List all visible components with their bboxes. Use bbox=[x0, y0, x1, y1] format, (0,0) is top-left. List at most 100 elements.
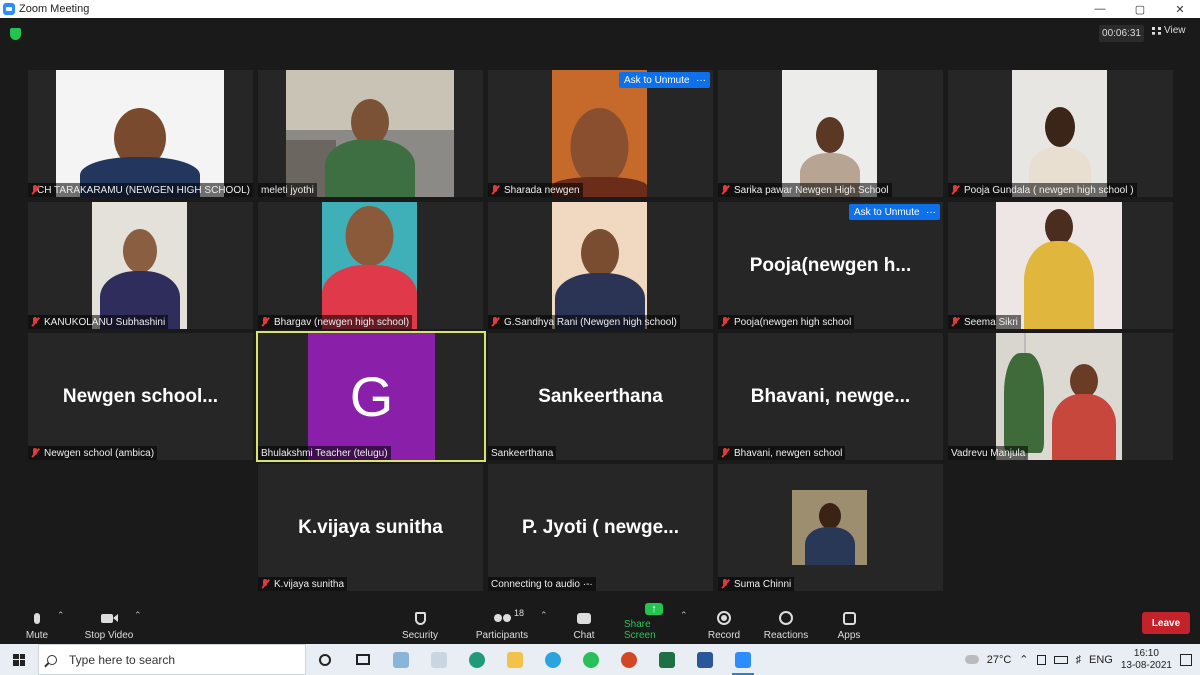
taskbar-app[interactable] bbox=[382, 644, 420, 675]
participant-name: Bhargav (newgen high school) bbox=[258, 315, 413, 329]
participant-tile[interactable]: Seema Sikri bbox=[948, 202, 1173, 329]
windows-logo-icon bbox=[13, 653, 25, 666]
window-titlebar: Zoom Meeting — ▢ ✕ bbox=[0, 0, 1200, 18]
participants-options-caret[interactable]: ⌃ bbox=[540, 610, 548, 621]
pen-app-icon bbox=[393, 651, 409, 668]
participants-count: 18 bbox=[514, 608, 525, 618]
participant-tile[interactable]: Sankeerthana Sankeerthana bbox=[488, 333, 713, 460]
participant-video bbox=[286, 70, 454, 197]
participant-tile[interactable]: Pooja(newgen h... Ask to Unmute ··· Pooj… bbox=[718, 202, 943, 329]
taskbar-app[interactable] bbox=[686, 644, 724, 675]
taskbar-app[interactable] bbox=[648, 644, 686, 675]
leave-button[interactable]: Leave bbox=[1142, 612, 1190, 634]
mic-muted-icon bbox=[31, 448, 40, 458]
more-options-button[interactable]: ··· bbox=[922, 204, 940, 220]
zoom-app-icon bbox=[735, 651, 751, 668]
zoom-logo-icon bbox=[3, 3, 15, 15]
participant-tile[interactable]: G.Sandhya Rani (Newgen high school) bbox=[488, 202, 713, 329]
participant-video bbox=[56, 70, 224, 197]
participant-tile[interactable]: Vadrevu Manjula bbox=[948, 333, 1173, 460]
maximize-button[interactable]: ▢ bbox=[1120, 3, 1160, 16]
participant-name: Pooja(newgen high school bbox=[718, 315, 855, 329]
cortana-button[interactable] bbox=[306, 644, 344, 675]
chat-button[interactable]: Chat bbox=[570, 604, 598, 644]
participant-tile[interactable]: Sarika pawar Newgen High School bbox=[718, 70, 943, 197]
network-icon[interactable] bbox=[1036, 654, 1046, 665]
mic-muted-icon bbox=[491, 185, 500, 195]
apps-button[interactable]: Apps bbox=[836, 604, 862, 644]
participant-name: Sankeerthana bbox=[488, 446, 557, 460]
share-arrow-icon: ↑ bbox=[645, 603, 663, 615]
participant-video bbox=[996, 202, 1122, 329]
start-button[interactable] bbox=[0, 644, 38, 675]
volume-icon[interactable]: ♯ bbox=[1076, 654, 1082, 666]
shield-icon bbox=[411, 610, 429, 626]
participant-name: Sharada newgen bbox=[488, 183, 583, 197]
taskbar-app[interactable] bbox=[610, 644, 648, 675]
excel-icon bbox=[659, 651, 675, 668]
task-view-icon bbox=[356, 654, 370, 665]
battery-icon[interactable] bbox=[1053, 655, 1068, 664]
participant-name: Suma Chinni bbox=[718, 577, 795, 591]
share-screen-button[interactable]: ↑ Share Screen bbox=[624, 603, 684, 644]
task-view-button[interactable] bbox=[344, 644, 382, 675]
view-button[interactable]: View bbox=[1152, 25, 1186, 36]
participant-name: CH TARAKARAMU (NEWGEN HIGH SCHOOL) bbox=[28, 183, 253, 197]
taskbar-app[interactable] bbox=[572, 644, 610, 675]
participant-video bbox=[92, 202, 187, 329]
participant-name: Vadrevu Manjula bbox=[948, 446, 1029, 460]
participant-name: meleti jyothi bbox=[258, 183, 317, 197]
taskbar-app[interactable] bbox=[420, 644, 458, 675]
chevron-up-icon[interactable]: ⌃ bbox=[1019, 653, 1028, 666]
grid-view-icon bbox=[1152, 26, 1161, 35]
participant-display-name: K.vijaya sunitha bbox=[298, 516, 443, 538]
participant-name: Bhulakshmi Teacher (telugu) bbox=[258, 446, 391, 460]
participant-tile[interactable]: Suma Chinni bbox=[718, 464, 943, 591]
minimize-button[interactable]: — bbox=[1080, 3, 1120, 16]
windows-taskbar: Type here to search 27°C ⌃ ♯ ENG 16:10 1… bbox=[0, 644, 1200, 675]
participant-tile[interactable]: CH TARAKARAMU (NEWGEN HIGH SCHOOL) bbox=[28, 70, 253, 197]
input-language[interactable]: ENG bbox=[1089, 654, 1113, 666]
participant-tile[interactable]: P. Jyoti ( newge... Connecting to audio … bbox=[488, 464, 713, 591]
participant-tile[interactable]: Pooja Gundala ( newgen high school ) bbox=[948, 70, 1173, 197]
taskbar-app[interactable] bbox=[534, 644, 572, 675]
encryption-shield-icon[interactable] bbox=[10, 28, 21, 40]
mic-muted-icon bbox=[721, 185, 730, 195]
participant-video bbox=[322, 202, 417, 329]
more-options-button[interactable]: ··· bbox=[692, 72, 710, 88]
ask-to-unmute-button[interactable]: Ask to Unmute bbox=[619, 72, 695, 88]
notification-icon[interactable] bbox=[1180, 653, 1192, 666]
taskbar-app[interactable] bbox=[496, 644, 534, 675]
participant-tile[interactable]: KANUKOLANU Subhashini bbox=[28, 202, 253, 329]
taskbar-clock[interactable]: 16:10 13-08-2021 bbox=[1121, 648, 1172, 672]
participant-tile[interactable]: Bhavani, newge... Bhavani, newgen school bbox=[718, 333, 943, 460]
taskbar-search-box[interactable]: Type here to search bbox=[38, 644, 306, 675]
record-button[interactable]: Record bbox=[706, 604, 742, 644]
weather-temperature[interactable]: 27°C bbox=[987, 654, 1012, 666]
participant-tile[interactable]: Bhargav (newgen high school) bbox=[258, 202, 483, 329]
clock-time: 16:10 bbox=[1133, 647, 1159, 659]
emoji-icon bbox=[777, 610, 795, 626]
ask-to-unmute-button[interactable]: Ask to Unmute bbox=[849, 204, 925, 220]
participant-tile[interactable]: K.vijaya sunitha K.vijaya sunitha bbox=[258, 464, 483, 591]
participant-name: G.Sandhya Rani (Newgen high school) bbox=[488, 315, 680, 329]
taskbar-app[interactable] bbox=[458, 644, 496, 675]
participant-tile-active-speaker[interactable]: G Bhulakshmi Teacher (telugu) bbox=[256, 331, 486, 462]
participant-tile[interactable]: meleti jyothi bbox=[258, 70, 483, 197]
edge-browser-icon bbox=[469, 651, 485, 668]
mute-button[interactable]: Mute bbox=[22, 604, 52, 644]
mic-muted-icon bbox=[31, 317, 40, 327]
security-button[interactable]: Security bbox=[400, 604, 440, 644]
video-options-caret[interactable]: ⌃ bbox=[134, 610, 142, 621]
audio-options-caret[interactable]: ⌃ bbox=[57, 610, 65, 621]
stop-video-button[interactable]: Stop Video bbox=[80, 604, 138, 644]
reactions-button[interactable]: Reactions bbox=[764, 604, 808, 644]
share-options-caret[interactable]: ⌃ bbox=[680, 610, 688, 621]
chat-bubble-icon bbox=[575, 610, 593, 626]
participant-tile[interactable]: Newgen school... Newgen school (ambica) bbox=[28, 333, 253, 460]
participant-tile[interactable]: Ask to Unmute ··· Sharada newgen bbox=[488, 70, 713, 197]
taskbar-app-zoom[interactable] bbox=[724, 644, 762, 675]
mic-muted-icon bbox=[951, 317, 960, 327]
participant-name: Newgen school (ambica) bbox=[28, 446, 158, 460]
close-button[interactable]: ✕ bbox=[1160, 3, 1200, 16]
